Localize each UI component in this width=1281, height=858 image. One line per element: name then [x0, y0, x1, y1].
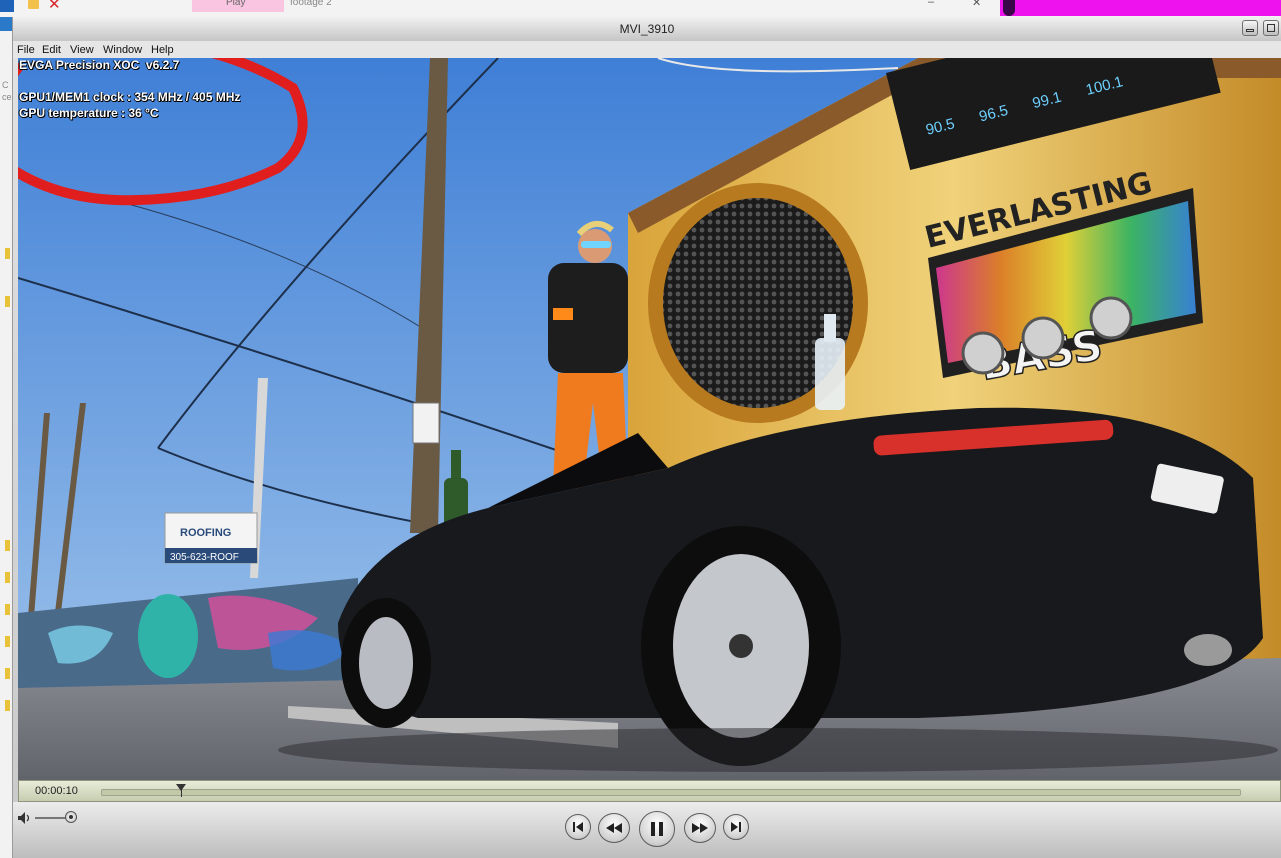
background-left-fragment-2: ce: [2, 92, 12, 102]
menu-window[interactable]: Window: [103, 44, 142, 56]
background-left-fragment-1: C: [2, 80, 9, 90]
timeline-bar: 00:00:10: [18, 780, 1281, 802]
mural-knob: [1021, 316, 1065, 360]
background-yellow-marker: [5, 296, 10, 307]
background-yellow-marker: [5, 572, 10, 583]
background-magenta-window: [1000, 0, 1281, 16]
app-icon: [0, 0, 14, 12]
title-bar[interactable]: MVI_3910: [13, 17, 1281, 42]
front-wheel-rim: [359, 617, 413, 709]
maximize-icon: [1267, 24, 1275, 32]
background-yellow-marker: [5, 248, 10, 259]
screen: { "background": { "tab_1_label": "Play",…: [0, 0, 1281, 858]
player-window: MVI_3910 File Edit View Window Help 90.5…: [12, 17, 1281, 858]
osd-temperature: GPU temperature : 36 °C: [19, 106, 159, 120]
osd-title: EVGA Precision XOC v6.2.7: [19, 58, 180, 72]
background-tab-footage[interactable]: footage 2: [290, 0, 450, 12]
close-x-icon: ✕: [48, 0, 61, 13]
fast-forward-button[interactable]: [684, 813, 716, 843]
skip-forward-button[interactable]: [723, 814, 749, 840]
background-yellow-marker: [5, 604, 10, 615]
background-close-icon[interactable]: ✕: [972, 0, 981, 9]
rewind-button[interactable]: [598, 813, 630, 843]
background-left-blue-block: [0, 17, 12, 31]
folder-icon: [28, 0, 39, 9]
maximize-button[interactable]: [1263, 20, 1279, 36]
background-left-strip: [0, 17, 12, 858]
video-frame[interactable]: 90.5 96.5 99.1 100.1 EVERLASTING BASS: [18, 58, 1281, 794]
man-sleeve: [553, 308, 573, 320]
mural-knob: [961, 331, 1005, 375]
scrub-track[interactable]: [101, 789, 1241, 796]
pause-button[interactable]: [639, 811, 675, 847]
controls-bar: [13, 802, 1281, 858]
osd-clock: GPU1/MEM1 clock : 354 MHz / 405 MHz: [19, 90, 241, 104]
man-sunglasses: [581, 241, 611, 248]
rewind-icon: [606, 823, 622, 833]
background-tab-play[interactable]: Play: [192, 0, 284, 12]
volume-slider-knob[interactable]: [64, 811, 77, 823]
minimize-button[interactable]: [1242, 20, 1258, 36]
skip-back-button[interactable]: [565, 814, 591, 840]
current-time: 00:00:10: [35, 785, 78, 797]
skip-forward-icon: [731, 822, 741, 832]
pause-icon: [651, 822, 663, 836]
background-dark-shape: [1003, 0, 1015, 16]
menu-file[interactable]: File: [17, 44, 35, 56]
skip-back-icon: [573, 822, 583, 832]
menu-bar: File Edit View Window Help: [13, 41, 1281, 58]
fast-forward-icon: [692, 823, 708, 833]
background-browser-tabs: ✕ Play footage 2 – ✕: [0, 0, 1281, 18]
graffiti-face: [138, 594, 198, 678]
billboard-phone: 305-623-ROOF: [170, 552, 239, 563]
mural-knob: [1089, 296, 1133, 340]
champagne-bottle-neck: [451, 450, 461, 480]
minimize-icon: [1246, 29, 1254, 32]
volume-icon[interactable]: [18, 812, 32, 824]
billboard-brand: ROOFING: [180, 527, 231, 539]
video-scene: 90.5 96.5 99.1 100.1 EVERLASTING BASS: [18, 58, 1281, 794]
window-title: MVI_3910: [619, 22, 675, 36]
playhead-line: [180, 789, 182, 797]
pole-sign: [412, 402, 440, 444]
background-yellow-marker: [5, 636, 10, 647]
menu-help[interactable]: Help: [151, 44, 174, 56]
vodka-bottle: [815, 338, 845, 410]
rear-wheel-hub: [729, 634, 753, 658]
car-exhaust: [1184, 634, 1232, 666]
background-yellow-marker: [5, 540, 10, 551]
background-yellow-marker: [5, 668, 10, 679]
background-minimize-icon[interactable]: –: [928, 0, 934, 8]
vodka-bottle-neck: [824, 314, 836, 342]
background-yellow-marker: [5, 700, 10, 711]
car-shadow: [278, 728, 1278, 772]
menu-view[interactable]: View: [70, 44, 94, 56]
menu-edit[interactable]: Edit: [42, 44, 61, 56]
